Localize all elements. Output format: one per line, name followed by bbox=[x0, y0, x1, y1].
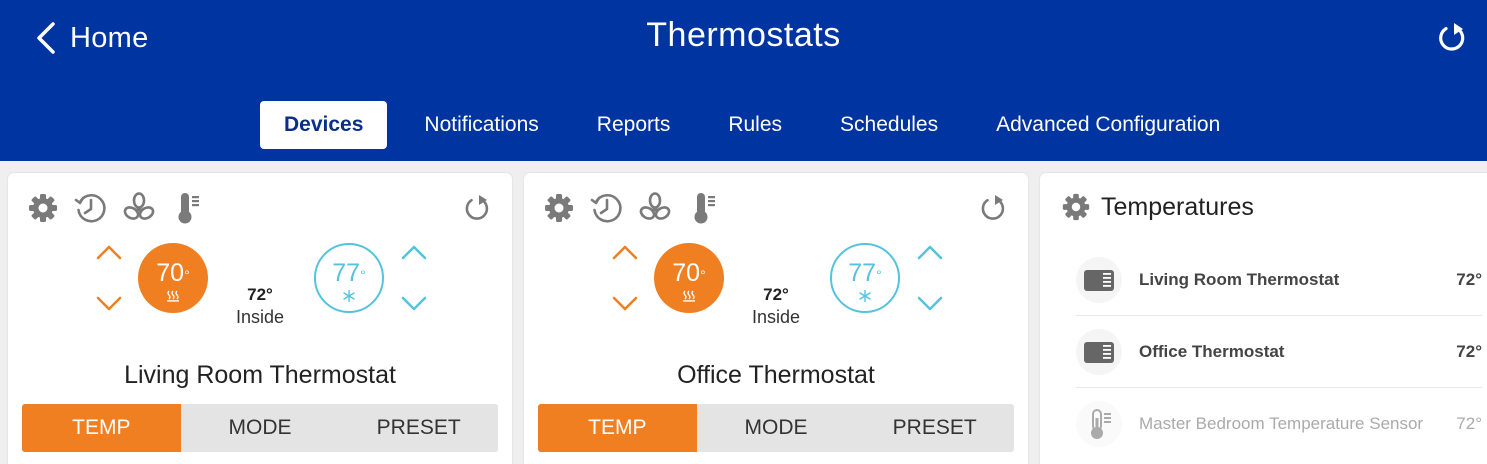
thermostat-name: Office Thermostat bbox=[677, 361, 875, 389]
list-item[interactable]: Office Thermostat 72° bbox=[1076, 316, 1482, 388]
segment-mode[interactable]: MODE bbox=[697, 404, 856, 452]
segment-temp[interactable]: TEMP bbox=[538, 404, 697, 452]
tab-notifications[interactable]: Notifications bbox=[395, 101, 567, 149]
degree-mark: ° bbox=[184, 267, 190, 283]
schedule-icon[interactable] bbox=[590, 191, 624, 225]
inside-label: Inside bbox=[235, 307, 285, 327]
refresh-icon[interactable] bbox=[462, 193, 492, 223]
thermometer-icon[interactable] bbox=[686, 191, 720, 225]
schedule-icon[interactable] bbox=[74, 191, 108, 225]
heat-decrease-icon[interactable] bbox=[611, 295, 639, 313]
page-title: Thermostats bbox=[646, 16, 841, 54]
heat-setpoint[interactable]: 70° bbox=[138, 243, 208, 313]
temperatures-card: Temperatures Living Room Thermostat 72° bbox=[1040, 173, 1487, 464]
cool-setpoint[interactable]: 77° bbox=[314, 243, 384, 313]
cool-increase-icon[interactable] bbox=[400, 243, 428, 261]
segment-temp[interactable]: TEMP bbox=[22, 404, 181, 452]
list-item[interactable]: Living Room Thermostat 72° bbox=[1076, 244, 1482, 316]
heat-increase-icon[interactable] bbox=[611, 243, 639, 261]
tab-rules[interactable]: Rules bbox=[699, 101, 811, 149]
thermostat-name: Living Room Thermostat bbox=[124, 361, 396, 389]
gear-icon[interactable] bbox=[542, 191, 576, 225]
heat-increase-icon[interactable] bbox=[95, 243, 123, 261]
temperatures-header: Temperatures bbox=[1060, 191, 1254, 223]
heat-icon bbox=[167, 290, 179, 302]
cool-decrease-icon[interactable] bbox=[916, 295, 944, 313]
mode-segmented-control: TEMP MODE PRESET bbox=[22, 404, 498, 452]
inside-temperature: 72° bbox=[763, 285, 789, 304]
thermometer-icon[interactable] bbox=[170, 191, 204, 225]
temperatures-title: Temperatures bbox=[1101, 192, 1254, 221]
thermostat-icon bbox=[1084, 269, 1114, 291]
temperature-item-name: Living Room Thermostat bbox=[1139, 269, 1340, 289]
temperature-item-value: 72° bbox=[1456, 269, 1482, 289]
segment-preset[interactable]: PRESET bbox=[339, 404, 498, 452]
segment-preset[interactable]: PRESET bbox=[855, 404, 1014, 452]
degree-mark: ° bbox=[876, 267, 882, 283]
refresh-icon[interactable] bbox=[1434, 20, 1470, 56]
heat-setpoint[interactable]: 70° bbox=[654, 243, 724, 313]
fan-icon[interactable] bbox=[638, 191, 672, 225]
thermostat-card: 70° 72° Inside 77° Office Thermostat TEM… bbox=[524, 173, 1028, 464]
cool-setpoint-value: 77 bbox=[332, 259, 361, 287]
card-toolbar bbox=[542, 191, 720, 225]
heat-setpoint-value: 70 bbox=[672, 259, 701, 287]
gear-icon[interactable] bbox=[26, 191, 60, 225]
cool-decrease-icon[interactable] bbox=[400, 295, 428, 313]
list-item[interactable]: Master Bedroom Temperature Sensor 72° bbox=[1076, 388, 1482, 460]
cool-increase-icon[interactable] bbox=[916, 243, 944, 261]
tab-devices[interactable]: Devices bbox=[260, 101, 388, 149]
app-header: Home Thermostats Devices Notifications R… bbox=[0, 0, 1487, 161]
degree-mark: ° bbox=[700, 267, 706, 283]
temperature-item-name: Master Bedroom Temperature Sensor bbox=[1139, 414, 1424, 433]
degree-mark: ° bbox=[360, 267, 366, 283]
inside-label: Inside bbox=[751, 307, 801, 327]
tab-advanced-configuration[interactable]: Advanced Configuration bbox=[967, 101, 1249, 149]
tab-bar: Devices Notifications Reports Rules Sche… bbox=[260, 101, 1249, 149]
mode-segmented-control: TEMP MODE PRESET bbox=[538, 404, 1014, 452]
segment-mode[interactable]: MODE bbox=[181, 404, 340, 452]
heat-decrease-icon[interactable] bbox=[95, 295, 123, 313]
temperature-item-value: 72° bbox=[1456, 341, 1482, 361]
tab-reports[interactable]: Reports bbox=[568, 101, 700, 149]
cool-setpoint-value: 77 bbox=[848, 259, 877, 287]
heat-icon bbox=[683, 290, 695, 302]
card-toolbar bbox=[26, 191, 204, 225]
snowflake-icon bbox=[343, 290, 355, 302]
thermostat-icon bbox=[1084, 341, 1114, 363]
inside-temperature: 72° bbox=[247, 285, 273, 304]
temperature-item-name: Office Thermostat bbox=[1139, 341, 1285, 361]
gear-icon[interactable] bbox=[1060, 191, 1092, 223]
thermometer-icon bbox=[1091, 409, 1111, 439]
refresh-icon[interactable] bbox=[978, 193, 1008, 223]
temperature-item-value: 72° bbox=[1456, 414, 1482, 433]
tab-schedules[interactable]: Schedules bbox=[811, 101, 967, 149]
fan-icon[interactable] bbox=[122, 191, 156, 225]
thermostat-card: 70° 72° Inside 77° Living Room Thermosta… bbox=[8, 173, 512, 464]
snowflake-icon bbox=[859, 290, 871, 302]
heat-setpoint-value: 70 bbox=[156, 259, 185, 287]
cool-setpoint[interactable]: 77° bbox=[830, 243, 900, 313]
